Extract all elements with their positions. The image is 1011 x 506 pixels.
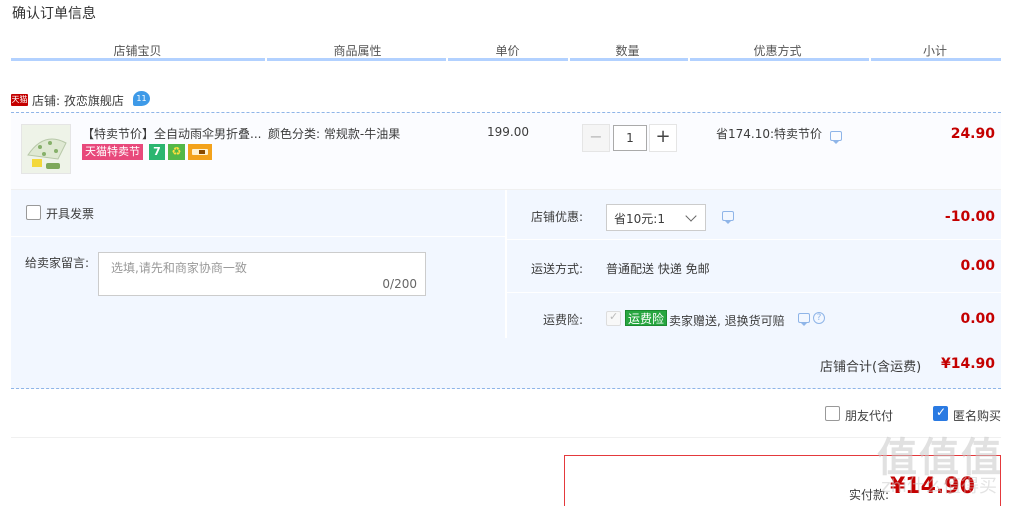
friend-pay-checkbox[interactable] <box>825 406 840 421</box>
message-char-count: 0/200 <box>382 277 417 291</box>
credit-card-icon <box>188 144 212 160</box>
message-icon[interactable] <box>830 131 842 144</box>
umbrella-icon <box>22 125 70 173</box>
shipping-amount: 0.00 <box>960 258 995 274</box>
message-label: 给卖家留言: <box>25 256 90 270</box>
shop-discount-selected: 省10元:1 <box>614 212 665 226</box>
insurance-value: 卖家赠送, 退换货可赔 <box>669 314 785 328</box>
insurance-label: 运费险: <box>543 313 584 327</box>
col-header-discount: 优惠方式 <box>753 44 802 58</box>
item-price: 199.00 <box>487 125 529 139</box>
product-thumbnail[interactable] <box>21 124 71 174</box>
chevron-down-icon <box>685 210 697 222</box>
friend-pay-label: 朋友代付 <box>845 409 894 423</box>
quantity-stepper: − 1 + <box>582 124 677 152</box>
message-icon[interactable] <box>798 313 810 326</box>
tmall-badge-icon: 天猫 <box>11 94 28 106</box>
insurance-amount: 0.00 <box>960 311 995 327</box>
invoice-checkbox[interactable] <box>26 205 41 220</box>
message-icon[interactable] <box>722 211 734 224</box>
shop-total-amount: ¥14.90 <box>940 356 995 372</box>
shipping-label: 运送方式: <box>531 262 584 276</box>
col-header-subtotal: 小计 <box>922 44 947 58</box>
qty-input[interactable]: 1 <box>613 125 647 151</box>
invoice-label: 开具发票 <box>46 207 95 221</box>
shop-discount-amount: -10.00 <box>944 209 995 225</box>
divider <box>11 437 1001 438</box>
insurance-checkbox <box>606 310 621 326</box>
anonymous-checkbox[interactable] <box>933 405 948 421</box>
guarantee-icon: ♻ <box>168 144 185 160</box>
col-header-attr: 商品属性 <box>333 44 382 58</box>
col-header-qty: 数量 <box>615 44 640 58</box>
shop-discount-select[interactable]: 省10元:1 <box>606 204 706 231</box>
insurance-badge: 运费险 <box>625 310 668 326</box>
divider <box>507 292 1001 293</box>
divider <box>507 239 1001 240</box>
item-discount: 省174.10:特卖节价 <box>716 127 823 141</box>
anonymous-label: 匿名购买 <box>953 409 1002 423</box>
sale-tag: 天猫特卖节 <box>82 144 143 160</box>
shop-discount-label: 店铺优惠: <box>531 210 584 224</box>
header-divider <box>11 58 1001 61</box>
item-subtotal: 24.90 <box>950 126 995 142</box>
seller-message-input[interactable]: 选填,请先和商家协商一致 0/200 <box>98 252 426 296</box>
chat-icon[interactable]: 11 <box>133 91 150 106</box>
col-header-item: 店铺宝贝 <box>113 44 162 58</box>
item-title-link[interactable]: 【特卖节价】全自动雨伞男折叠... <box>82 125 264 142</box>
col-header-price: 单价 <box>495 44 520 58</box>
page-title: 确认订单信息 <box>12 6 96 22</box>
help-icon[interactable]: ? <box>813 312 825 324</box>
qty-decrease-button[interactable]: − <box>582 124 610 152</box>
seven-day-return-icon: 7 <box>149 144 165 160</box>
item-sku: 颜色分类: 常规款-牛油果 <box>268 127 401 141</box>
qty-increase-button[interactable]: + <box>649 124 677 152</box>
divider <box>11 236 505 237</box>
shipping-value: 普通配送 快递 免邮 <box>606 262 710 276</box>
watermark-text: zhi什么值得买 <box>881 476 997 497</box>
shop-name-link[interactable]: 店铺: 孜恋旗舰店 <box>32 92 124 109</box>
message-placeholder: 选填,请先和商家协商一致 <box>111 261 247 275</box>
